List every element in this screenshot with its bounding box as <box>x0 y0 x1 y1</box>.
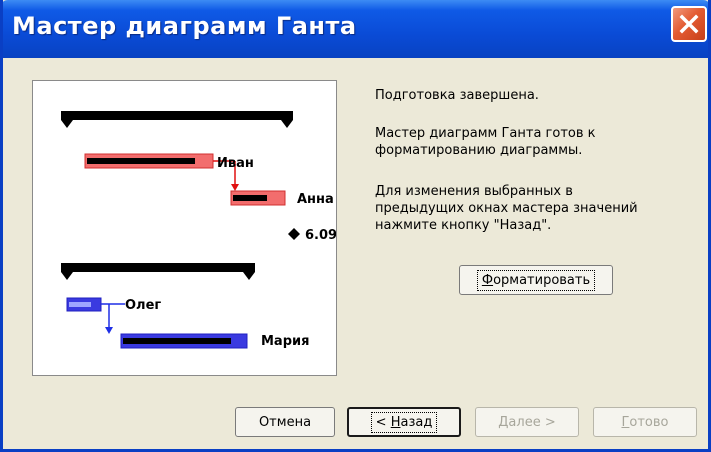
cancel-button[interactable]: Отмена <box>235 407 335 437</box>
window-title: Мастер диаграмм Ганта <box>12 12 357 40</box>
close-icon <box>679 14 699 34</box>
next-button[interactable]: Далее > <box>475 407 579 437</box>
back-button[interactable]: < Назад <box>347 407 461 437</box>
task-label-oleg: Олег <box>125 298 161 313</box>
hint-message: Для изменения выбранных в предыдущих окн… <box>375 184 638 233</box>
task-bar-maria <box>120 333 248 349</box>
link-arrow-1 <box>231 184 239 191</box>
format-button[interactable]: Форматировать <box>459 265 613 295</box>
task-label-anna: Анна <box>297 192 334 207</box>
gantt-preview: Иван Анна 6.09 Олег Мария <box>32 80 337 376</box>
milestone-label: 6.09 <box>305 228 337 243</box>
link-arrow-2 <box>105 327 113 334</box>
gantt-preview-chart: Иван Анна 6.09 Олег Мария <box>61 111 337 349</box>
task-bar-ivan <box>84 153 214 169</box>
task-label-maria: Мария <box>261 334 309 349</box>
title-bar[interactable]: Мастер диаграмм Ганта <box>3 0 708 58</box>
task-bar-oleg <box>66 297 102 312</box>
finish-button[interactable]: Готово <box>593 407 697 437</box>
diamond-icon <box>288 228 300 240</box>
summary-bar-1 <box>61 111 293 128</box>
summary-bar-2 <box>61 263 255 280</box>
task-label-ivan: Иван <box>217 156 254 171</box>
status-message: Подготовка завершена. <box>375 88 539 103</box>
gantt-wizard-dialog: Мастер диаграмм Ганта Иван Анна 6.09 Оле… <box>0 0 711 452</box>
task-bar-anna <box>230 190 286 206</box>
close-button[interactable] <box>671 6 707 42</box>
ready-message: Мастер диаграмм Ганта готов к форматиров… <box>375 126 596 158</box>
